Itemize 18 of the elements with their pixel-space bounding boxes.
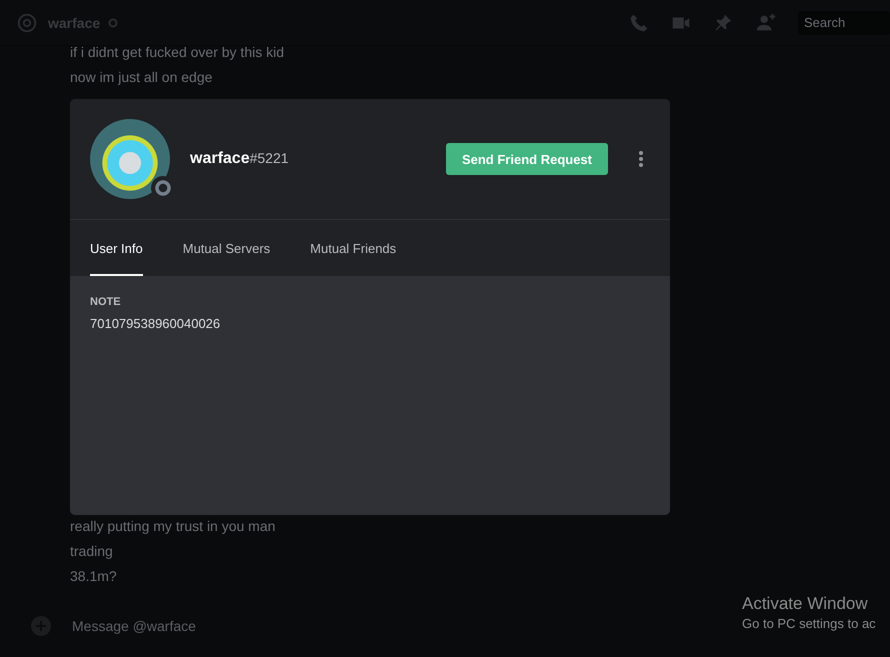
message-text: trading xyxy=(70,542,114,561)
message-input[interactable]: Message @warface xyxy=(70,617,374,635)
activation-subtitle: Go to PC settings to ac xyxy=(742,616,876,631)
search-field[interactable]: Search xyxy=(798,10,890,34)
message-text: really putting my trust in you man xyxy=(70,517,276,536)
username: warface#5221 xyxy=(190,150,289,168)
note-text[interactable]: 701079538960040026 xyxy=(90,316,650,331)
more-options-icon[interactable] xyxy=(638,150,644,168)
profile-tab[interactable]: Mutual Servers xyxy=(182,220,270,276)
message-text: if i didnt get fucked over by this kid xyxy=(70,43,285,62)
note-label: NOTE xyxy=(90,296,122,308)
profile-tab[interactable]: Mutual Friends xyxy=(310,220,396,276)
message-text: now im just all on edge xyxy=(70,68,214,87)
message-text: 38.1m? xyxy=(70,567,118,586)
status-icon xyxy=(108,18,118,28)
activation-title: Activate Window xyxy=(742,594,869,614)
profile-tab[interactable]: User Info xyxy=(90,220,143,276)
add-friend-icon[interactable] xyxy=(754,12,778,34)
